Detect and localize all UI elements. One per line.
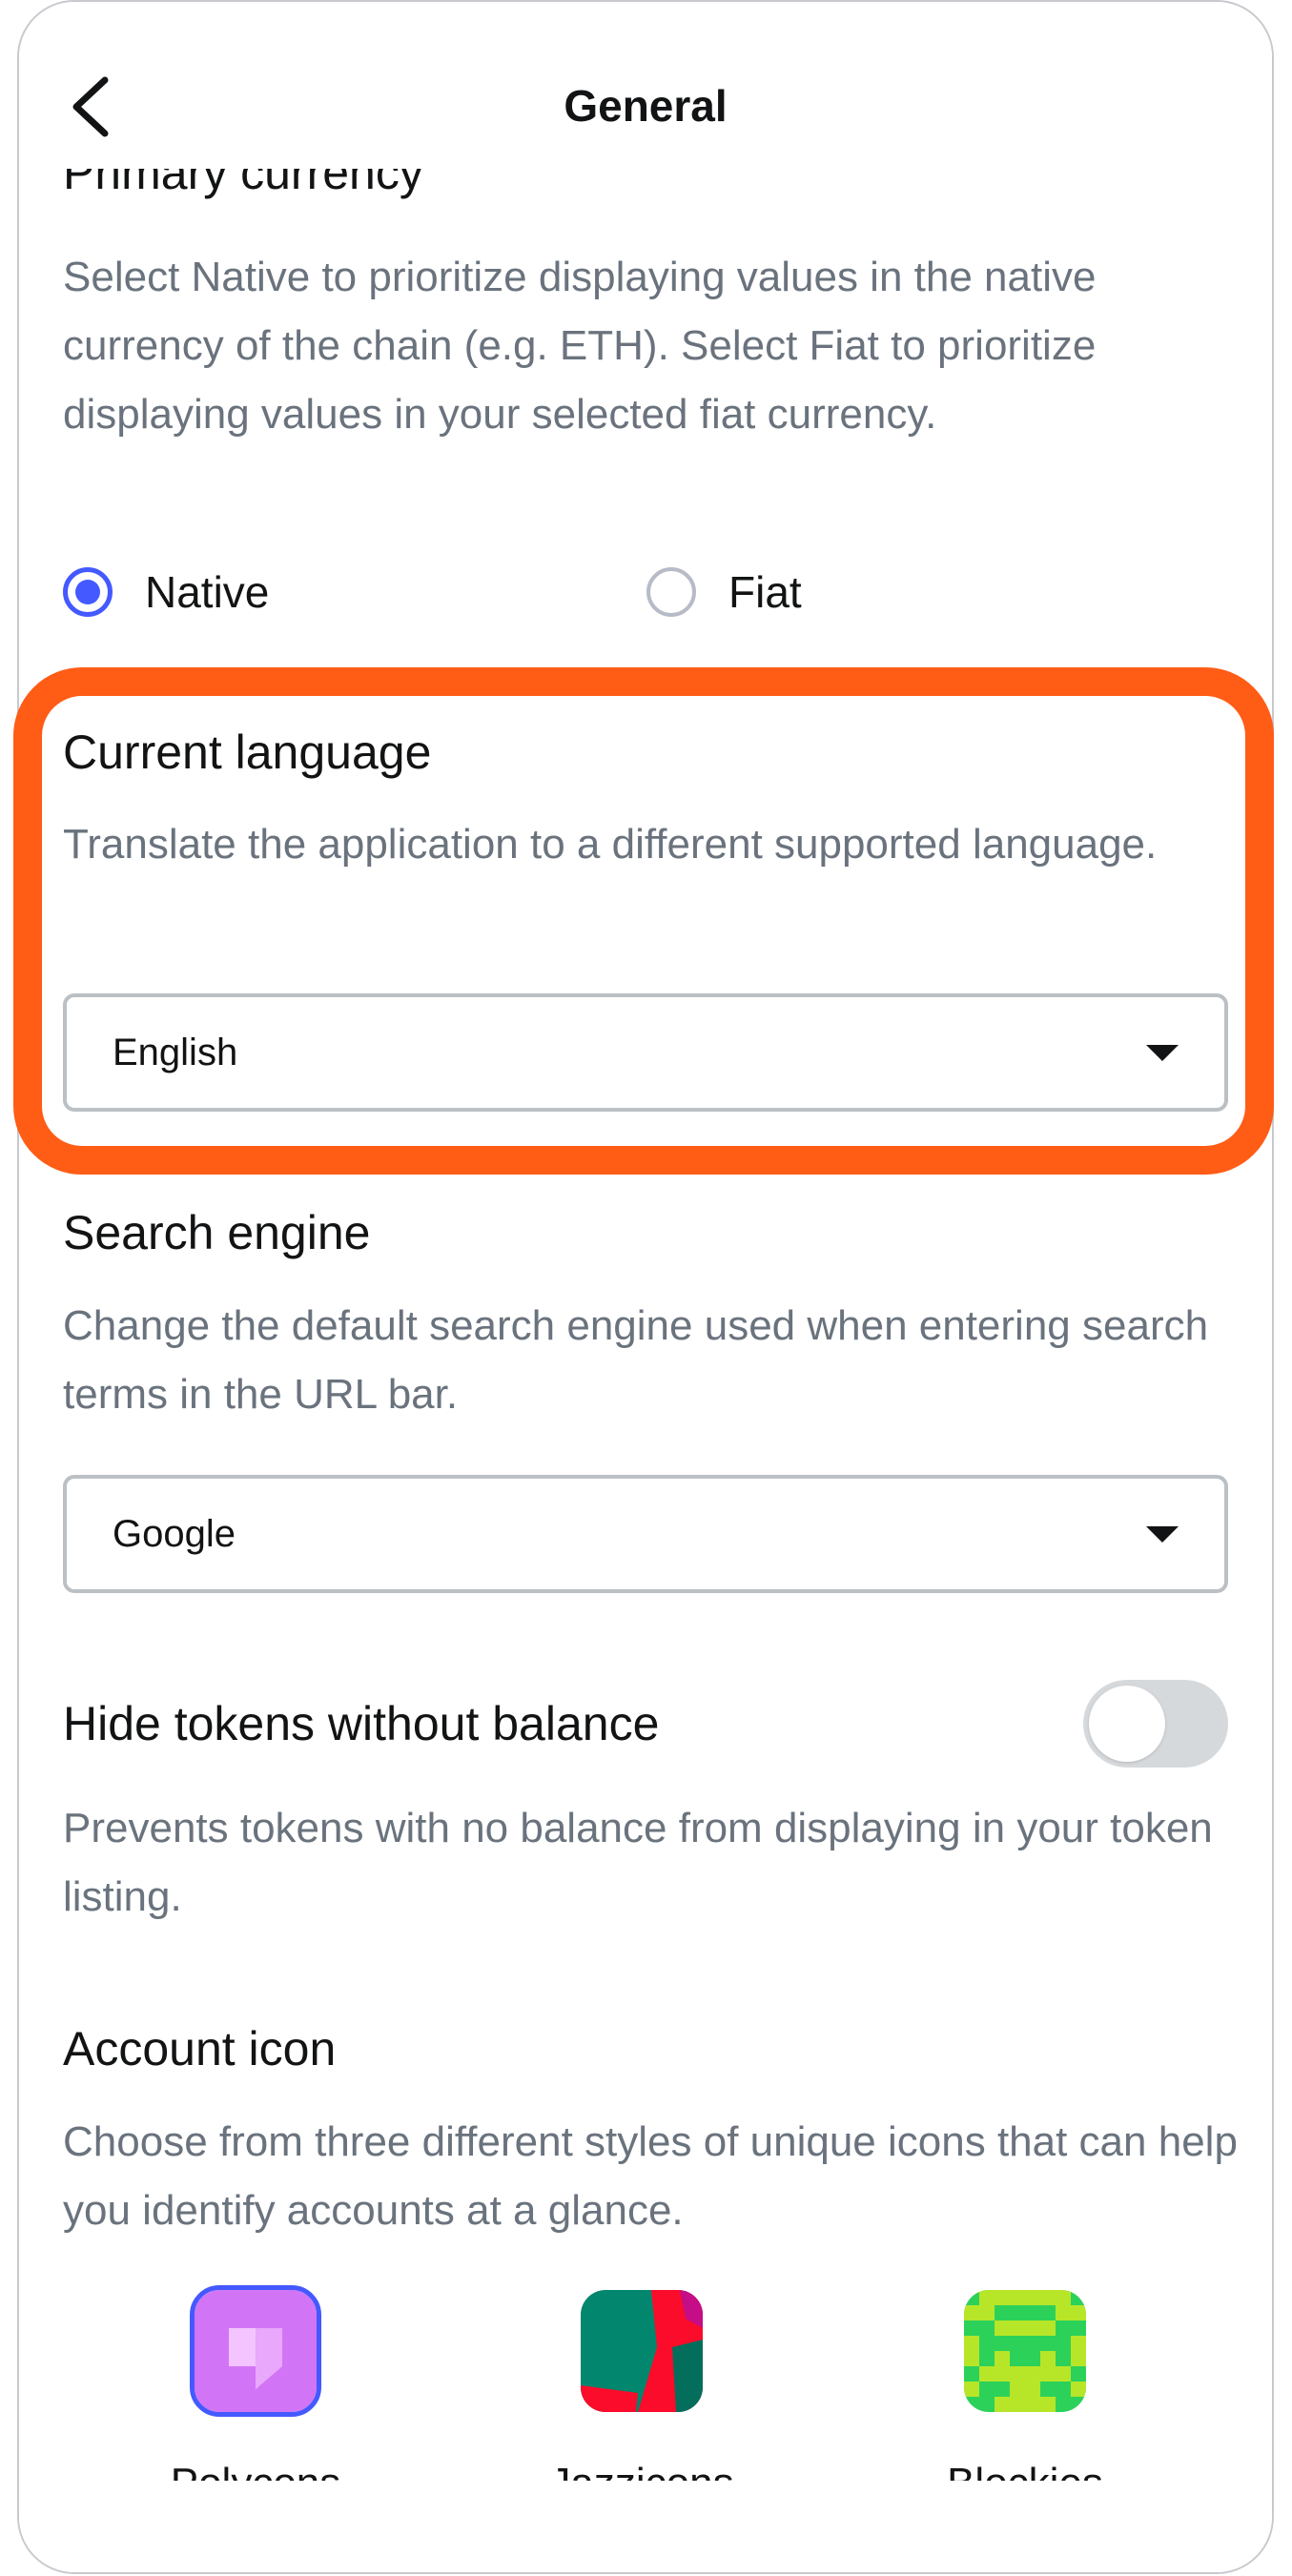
- account-icon-option-polycons[interactable]: Polycons: [132, 2285, 379, 2506]
- search-engine-select-value: Google: [113, 1513, 236, 1555]
- jazzicon-avatar-icon[interactable]: [581, 2290, 703, 2412]
- radio-fiat-label: Fiat: [728, 567, 802, 617]
- search-engine-description: Change the default search engine used wh…: [63, 1302, 1209, 1418]
- language-select-value: English: [113, 1032, 238, 1073]
- caret-down-icon: [1146, 1045, 1179, 1061]
- blockie-avatar-icon[interactable]: [964, 2290, 1086, 2412]
- hide-tokens-toggle[interactable]: [1083, 1680, 1228, 1768]
- radio-native[interactable]: Native: [63, 566, 269, 618]
- primary-currency-description: Select Native to prioritize displaying v…: [63, 254, 1097, 438]
- account-icon-description: Choose from three different styles of un…: [63, 2118, 1238, 2234]
- header-bar: General: [19, 2, 1272, 169]
- language-select[interactable]: English: [63, 993, 1228, 1112]
- settings-content[interactable]: General Primary currency Select Native t…: [19, 2, 1272, 2572]
- radio-unselected-icon[interactable]: [646, 567, 696, 617]
- account-icon-option-jazzicons[interactable]: Jazzicons: [518, 2290, 766, 2506]
- account-icon-title: Account icon: [63, 2022, 337, 2075]
- polycon-avatar-icon[interactable]: [190, 2285, 321, 2417]
- account-icon-option-blockies[interactable]: Blockies: [901, 2290, 1149, 2506]
- settings-screen: General Primary currency Select Native t…: [17, 0, 1274, 2574]
- search-engine-select[interactable]: Google: [63, 1475, 1228, 1593]
- hide-tokens-description: Prevents tokens with no balance from dis…: [63, 1805, 1213, 1920]
- page-title: General: [564, 81, 728, 131]
- radio-native-label: Native: [145, 567, 270, 617]
- toggle-knob: [1089, 1686, 1165, 1762]
- radio-fiat[interactable]: Fiat: [646, 566, 802, 618]
- search-engine-title: Search engine: [63, 1206, 371, 1259]
- current-language-description: Translate the application to a different…: [63, 821, 1158, 868]
- hide-tokens-title: Hide tokens without balance: [63, 1697, 660, 1750]
- bottom-edge-mask: [19, 2481, 1272, 2572]
- caret-down-icon: [1146, 1526, 1179, 1543]
- radio-selected-icon[interactable]: [63, 567, 113, 617]
- current-language-title: Current language: [63, 726, 432, 779]
